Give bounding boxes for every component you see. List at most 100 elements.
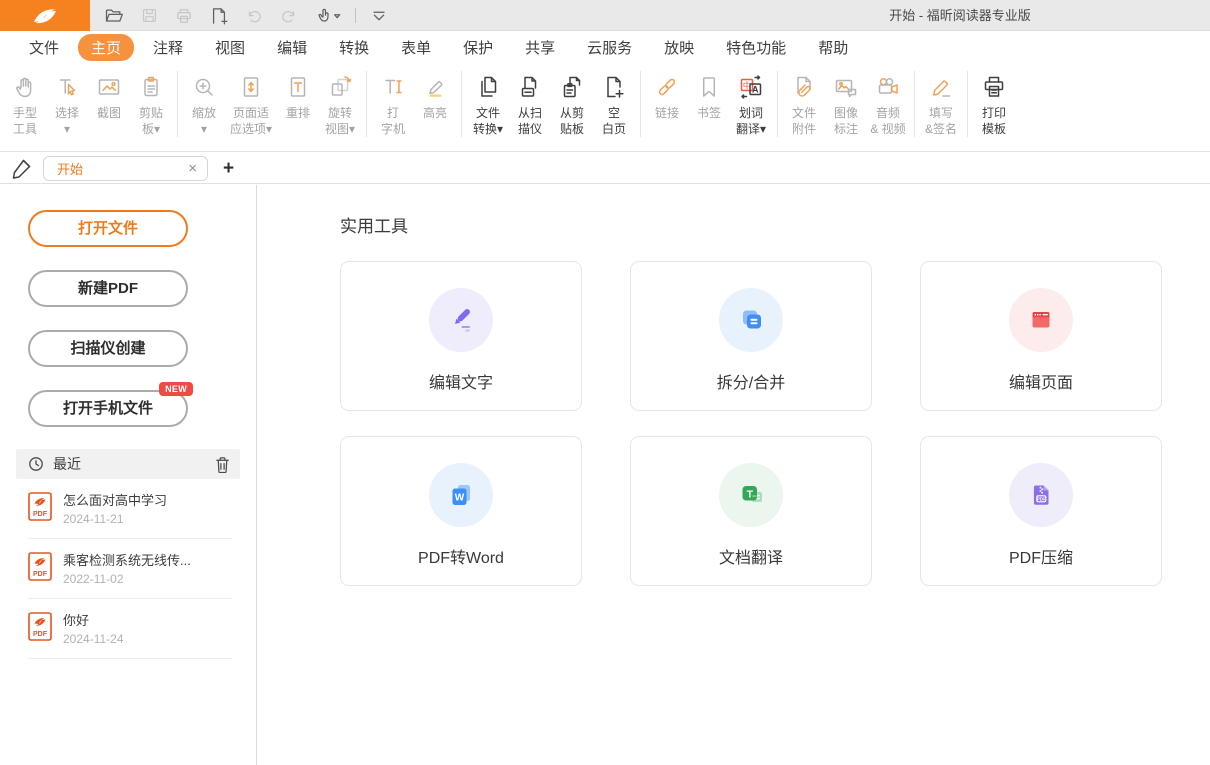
menu-bar: 文件 主页 注释 视图 编辑 转换 表单 保护 共享 云服务 放映 特色功能 帮… xyxy=(0,32,1210,62)
open-file-sidebar-button[interactable]: 打开文件 xyxy=(28,210,188,247)
tab-start-page[interactable]: 开始 × xyxy=(43,156,208,181)
clock-icon xyxy=(28,456,44,472)
save-icon xyxy=(140,6,159,25)
ribbon-zoom[interactable]: 缩放 ▾ xyxy=(183,62,225,137)
ribbon-fit-page-options[interactable]: 页面适 应选项▾ xyxy=(225,62,277,137)
svg-text:PDF: PDF xyxy=(33,631,48,638)
open-file-button[interactable] xyxy=(102,4,126,28)
hand-pointer-button[interactable] xyxy=(312,4,344,28)
ribbon-image-annotation[interactable]: 图像 标注 xyxy=(825,62,867,137)
ribbon-convert-file[interactable]: 文件 转换▾ xyxy=(467,62,509,137)
menu-featured[interactable]: 特色功能 xyxy=(713,34,799,61)
new-document-icon xyxy=(209,6,229,26)
ribbon-from-scanner[interactable]: 从扫 描仪 xyxy=(509,62,551,137)
menu-help[interactable]: 帮助 xyxy=(805,34,861,61)
menu-view[interactable]: 视图 xyxy=(202,34,258,61)
ribbon-reflow[interactable]: 重排 xyxy=(277,62,319,121)
create-from-scanner-button[interactable]: 扫描仪创建 xyxy=(28,330,188,367)
ribbon-fill-sign[interactable]: 填写 &签名 xyxy=(920,62,962,137)
ribbon-file-attachment[interactable]: 文件 附件 xyxy=(783,62,825,137)
tab-close-icon[interactable]: × xyxy=(188,161,197,176)
ribbon-from-clipboard[interactable]: 从剪 贴板 xyxy=(551,62,593,137)
open-mobile-file-button[interactable]: 打开手机文件 NEW xyxy=(28,390,188,427)
toolbar-divider xyxy=(355,8,356,23)
menu-convert[interactable]: 转换 xyxy=(326,34,382,61)
redo-button[interactable] xyxy=(277,4,301,28)
ribbon-item-label: 旋转 视图▾ xyxy=(325,105,355,137)
ribbon-select[interactable]: 选择 ▾ xyxy=(46,62,88,137)
recent-section-title: 最近 xyxy=(53,454,214,474)
quick-access-toolbar xyxy=(102,0,391,31)
menu-cloud[interactable]: 云服务 xyxy=(574,34,645,61)
ribbon-group-divider xyxy=(777,71,778,137)
ribbon-hand-tool[interactable]: 手型 工具 xyxy=(4,62,46,137)
ribbon-typewriter[interactable]: 打 字机 xyxy=(372,62,414,137)
menu-edit[interactable]: 编辑 xyxy=(264,34,320,61)
save-button[interactable] xyxy=(137,4,161,28)
doc-translate-icon: T xyxy=(719,463,783,527)
menu-protect[interactable]: 保护 xyxy=(450,34,506,61)
print-template-icon xyxy=(980,71,1008,102)
clipboard-icon xyxy=(137,71,165,102)
ribbon-bookmark[interactable]: 书签 xyxy=(688,62,730,121)
svg-text:PDF: PDF xyxy=(1037,496,1046,501)
ribbon-audio-video[interactable]: 音频 & 视频 xyxy=(867,62,909,137)
new-pdf-button[interactable]: 新建PDF xyxy=(28,270,188,307)
tool-card-edit-pages[interactable]: 编辑页面 xyxy=(920,261,1162,411)
tool-card-doc-translate[interactable]: T 文档翻译 xyxy=(630,436,872,586)
ribbon-item-label: 音频 & 视频 xyxy=(870,105,905,137)
recent-file-meta: 乘客检测系统无线传... 2022-11-02 xyxy=(63,552,191,586)
menu-home[interactable]: 主页 xyxy=(78,34,134,61)
undo-icon xyxy=(244,6,264,26)
tool-card-edit-text[interactable]: 编辑文字 xyxy=(340,261,582,411)
new-feature-badge: NEW xyxy=(159,382,193,396)
recent-file-item[interactable]: PDF 乘客检测系统无线传... 2022-11-02 xyxy=(28,539,232,599)
menu-present[interactable]: 放映 xyxy=(651,34,707,61)
print-icon xyxy=(174,6,194,26)
recent-file-item[interactable]: PDF 怎么面对高中学习 2024-11-21 xyxy=(28,479,232,539)
print-button[interactable] xyxy=(172,4,196,28)
undo-button[interactable] xyxy=(242,4,266,28)
new-tab-button[interactable]: + xyxy=(223,159,234,178)
highlight-icon xyxy=(421,71,449,102)
convert-file-icon xyxy=(474,71,502,102)
ribbon-clipboard[interactable]: 剪贴 板▾ xyxy=(130,62,172,137)
ribbon-print-template[interactable]: 打印 模板 xyxy=(973,62,1015,137)
tool-card-pdf-to-word[interactable]: W PDF转Word xyxy=(340,436,582,586)
zoom-magnifier-icon xyxy=(190,71,218,102)
menu-comment[interactable]: 注释 xyxy=(140,34,196,61)
ribbon-item-label: 打 字机 xyxy=(381,105,405,137)
ribbon-link[interactable]: 链接 xyxy=(646,62,688,121)
new-document-button[interactable] xyxy=(207,4,231,28)
recent-file-date: 2022-11-02 xyxy=(63,572,191,586)
tool-card-split-merge[interactable]: 拆分/合并 xyxy=(630,261,872,411)
menu-file[interactable]: 文件 xyxy=(16,34,72,61)
ribbon-blank-page[interactable]: 空 白页 xyxy=(593,62,635,137)
ribbon-translate[interactable]: 中 A 划词 翻译▾ xyxy=(730,62,772,137)
clear-recent-button[interactable] xyxy=(214,455,231,474)
audio-video-icon xyxy=(874,71,902,102)
ribbon-item-label: 截图 xyxy=(97,105,121,121)
recent-file-name: 乘客检测系统无线传... xyxy=(63,553,191,568)
ribbon-group-divider xyxy=(967,71,968,137)
ribbon-group-divider xyxy=(366,71,367,137)
ribbon-group-divider xyxy=(461,71,462,137)
ribbon-item-label: 链接 xyxy=(655,105,679,121)
recent-file-item[interactable]: PDF 你好 2024-11-24 xyxy=(28,599,232,659)
ribbon-highlight[interactable]: 高亮 xyxy=(414,62,456,121)
tool-card-pdf-compress[interactable]: PDF PDF压缩 xyxy=(920,436,1162,586)
customize-toolbar-button[interactable] xyxy=(367,4,391,28)
bookmark-icon xyxy=(695,71,723,102)
tool-label: PDF转Word xyxy=(418,544,504,568)
redo-icon xyxy=(279,6,299,26)
pdf-file-icon: PDF xyxy=(28,552,52,581)
menu-form[interactable]: 表单 xyxy=(388,34,444,61)
recent-section-header: 最近 xyxy=(16,449,240,479)
tool-label: 文档翻译 xyxy=(719,544,783,568)
ribbon-group-divider xyxy=(177,71,178,137)
menu-share[interactable]: 共享 xyxy=(512,34,568,61)
pdf-compress-icon: PDF xyxy=(1009,463,1073,527)
ribbon-snapshot[interactable]: 截图 xyxy=(88,62,130,121)
ribbon-rotate-view[interactable]: 旋转 视图▾ xyxy=(319,62,361,137)
foxit-bird-icon xyxy=(30,3,60,29)
